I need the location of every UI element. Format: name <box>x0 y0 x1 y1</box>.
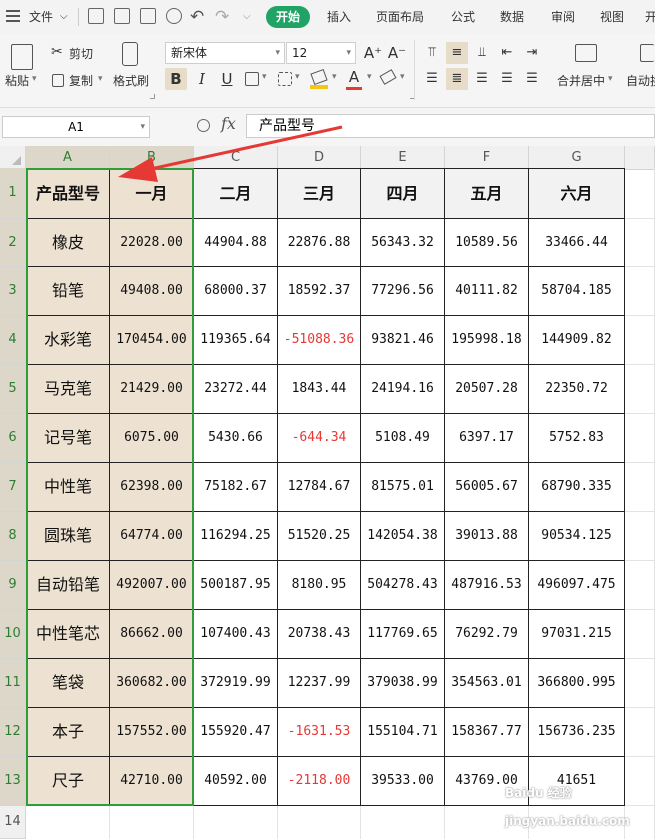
arrow-head <box>118 157 158 182</box>
watermark-text: Baidu 经验 jingyan.baidu.com <box>505 786 630 828</box>
watermark: Baidu 经验 jingyan.baidu.com <box>505 775 655 831</box>
annotation-arrow <box>118 125 343 182</box>
arrow-shaft <box>145 125 343 172</box>
